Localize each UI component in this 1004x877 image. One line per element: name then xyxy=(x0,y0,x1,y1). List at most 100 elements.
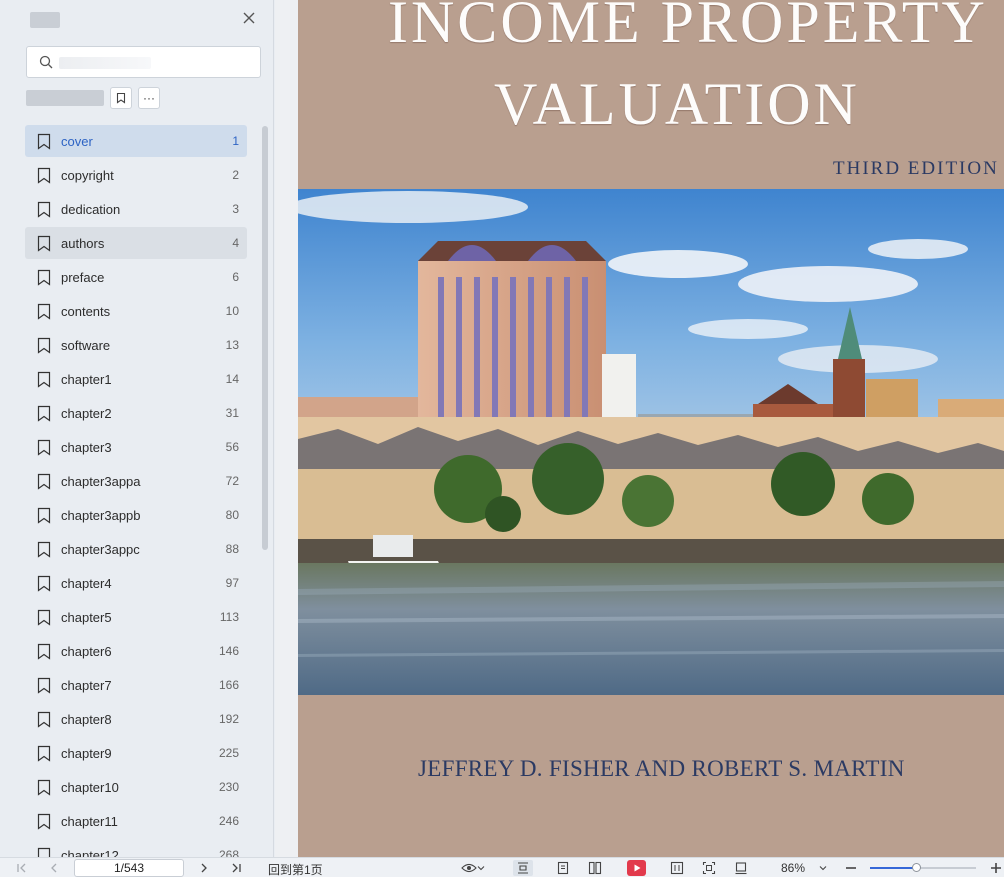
table-of-contents: cover 1 copyright 2 dedication 3 authors 4 prefa… xyxy=(25,125,247,857)
toc-item-page: 31 xyxy=(225,406,239,420)
fit-width-icon xyxy=(518,862,528,874)
search-placeholder-blurred xyxy=(59,57,151,69)
zoom-dropdown-button[interactable] xyxy=(815,860,831,876)
toc-item-label: chapter10 xyxy=(61,780,119,795)
bookmark-icon xyxy=(37,371,51,388)
fit-width-button[interactable] xyxy=(513,860,533,876)
toc-item-label: chapter7 xyxy=(61,678,112,693)
bookmark-icon xyxy=(37,167,51,184)
last-page-button[interactable] xyxy=(228,860,244,876)
zoom-slider[interactable] xyxy=(870,863,976,872)
toc-item-chapter8[interactable]: chapter8 192 xyxy=(25,703,247,735)
toc-item-chapter3appb[interactable]: chapter3appb 80 xyxy=(25,499,247,531)
toc-item-chapter10[interactable]: chapter10 230 xyxy=(25,771,247,803)
slideshow-play-button[interactable] xyxy=(627,860,646,876)
bookmark-icon xyxy=(37,439,51,456)
toc-item-chapter3[interactable]: chapter3 56 xyxy=(25,431,247,463)
sidebar-title-blurred xyxy=(30,12,60,28)
toc-item-chapter2[interactable]: chapter2 31 xyxy=(25,397,247,429)
bookmark-icon xyxy=(37,507,51,524)
bookmark-icon xyxy=(37,711,51,728)
toc-item-chapter5[interactable]: chapter5 113 xyxy=(25,601,247,633)
close-icon[interactable] xyxy=(240,9,258,27)
more-options-button[interactable]: ··· xyxy=(138,87,160,109)
toc-item-label: chapter3appc xyxy=(61,542,140,557)
toc-item-software[interactable]: software 13 xyxy=(25,329,247,361)
toc-item-label: chapter9 xyxy=(61,746,112,761)
toc-item-chapter3appa[interactable]: chapter3appa 72 xyxy=(25,465,247,497)
toc-item-chapter3appc[interactable]: chapter3appc 88 xyxy=(25,533,247,565)
toc-item-chapter12[interactable]: chapter12 268 xyxy=(25,839,247,857)
bookmark-add-button[interactable] xyxy=(110,87,132,109)
thumbnail-view-button[interactable] xyxy=(669,860,685,876)
first-page-icon xyxy=(17,863,26,873)
fit-page-button[interactable] xyxy=(701,860,717,876)
toc-item-page: 225 xyxy=(218,746,239,760)
toc-item-page: 2 xyxy=(232,168,239,182)
toc-item-label: chapter6 xyxy=(61,644,112,659)
toc-item-page: 14 xyxy=(225,372,239,386)
toc-item-label: chapter8 xyxy=(61,712,112,727)
first-page-button[interactable] xyxy=(14,860,30,876)
search-icon xyxy=(39,55,53,69)
toc-item-chapter6[interactable]: chapter6 146 xyxy=(25,635,247,667)
zoom-in-button[interactable] xyxy=(988,860,1004,876)
toc-item-page: 80 xyxy=(225,508,239,522)
toc-item-page: 97 xyxy=(225,576,239,590)
bookmark-icon xyxy=(37,643,51,660)
outline-search-input[interactable] xyxy=(26,46,261,78)
bookmark-icon xyxy=(37,813,51,830)
zoom-slider-fill xyxy=(870,867,916,869)
toc-item-page: 246 xyxy=(218,814,239,828)
outline-sidebar: ··· cover 1 copyright 2 dedication 3 authors 4 p… xyxy=(0,0,274,857)
status-toolbar: 1/543 回到第1页 86% xyxy=(0,857,1004,877)
toc-item-chapter11[interactable]: chapter11 246 xyxy=(25,805,247,837)
toc-item-label: chapter4 xyxy=(61,576,112,591)
toc-item-label: preface xyxy=(61,270,105,285)
book-cover-page: INCOME PROPERTY VALUATION THIRD EDITION xyxy=(298,0,1004,857)
toc-item-chapter9[interactable]: chapter9 225 xyxy=(25,737,247,769)
bookmark-icon xyxy=(37,541,51,558)
double-page-button[interactable] xyxy=(587,860,603,876)
document-viewport[interactable]: INCOME PROPERTY VALUATION THIRD EDITION xyxy=(275,0,1004,857)
rotate-icon xyxy=(735,862,747,875)
sidebar-scrollbar[interactable] xyxy=(262,126,268,550)
single-page-button[interactable] xyxy=(555,860,571,876)
toc-item-label: copyright xyxy=(61,168,114,183)
chevron-left-icon xyxy=(51,863,57,873)
bookmark-icon xyxy=(37,847,51,857)
cover-title-line1: INCOME PROPERTY xyxy=(388,0,988,55)
toc-item-chapter7[interactable]: chapter7 166 xyxy=(25,669,247,701)
bookmark-icon xyxy=(37,405,51,422)
toc-item-page: 230 xyxy=(218,780,239,794)
toc-item-chapter1[interactable]: chapter1 14 xyxy=(25,363,247,395)
toc-item-page: 192 xyxy=(218,712,239,726)
fit-page-icon xyxy=(702,861,716,875)
toc-item-authors[interactable]: authors 4 xyxy=(25,227,247,259)
bookmark-icon xyxy=(37,575,51,592)
rotate-page-button[interactable] xyxy=(733,860,749,876)
toc-item-label: authors xyxy=(61,236,105,251)
toc-item-chapter4[interactable]: chapter4 97 xyxy=(25,567,247,599)
toc-item-contents[interactable]: contents 10 xyxy=(25,295,247,327)
previous-page-button[interactable] xyxy=(46,860,62,876)
toc-item-preface[interactable]: preface 6 xyxy=(25,261,247,293)
toc-item-copyright[interactable]: copyright 2 xyxy=(25,159,247,191)
page-number-input[interactable]: 1/543 xyxy=(74,859,184,877)
bookmark-plus-icon xyxy=(116,92,126,104)
sidebar-toolbar: ··· xyxy=(26,86,160,110)
toc-item-cover[interactable]: cover 1 xyxy=(25,125,247,157)
toc-item-page: 13 xyxy=(225,338,239,352)
thumbnail-icon xyxy=(670,861,684,875)
view-mode-button[interactable] xyxy=(458,860,488,876)
eye-icon xyxy=(461,863,477,873)
zoom-out-button[interactable] xyxy=(843,860,859,876)
toc-item-label: chapter5 xyxy=(61,610,112,625)
toc-item-dedication[interactable]: dedication 3 xyxy=(25,193,247,225)
toc-item-label: chapter2 xyxy=(61,406,112,421)
back-to-first-page-link[interactable]: 回到第1页 xyxy=(268,861,323,877)
zoom-level[interactable]: 86% xyxy=(781,861,805,875)
next-page-button[interactable] xyxy=(196,860,212,876)
zoom-slider-thumb[interactable] xyxy=(911,863,921,872)
toc-item-label: chapter11 xyxy=(61,814,118,829)
